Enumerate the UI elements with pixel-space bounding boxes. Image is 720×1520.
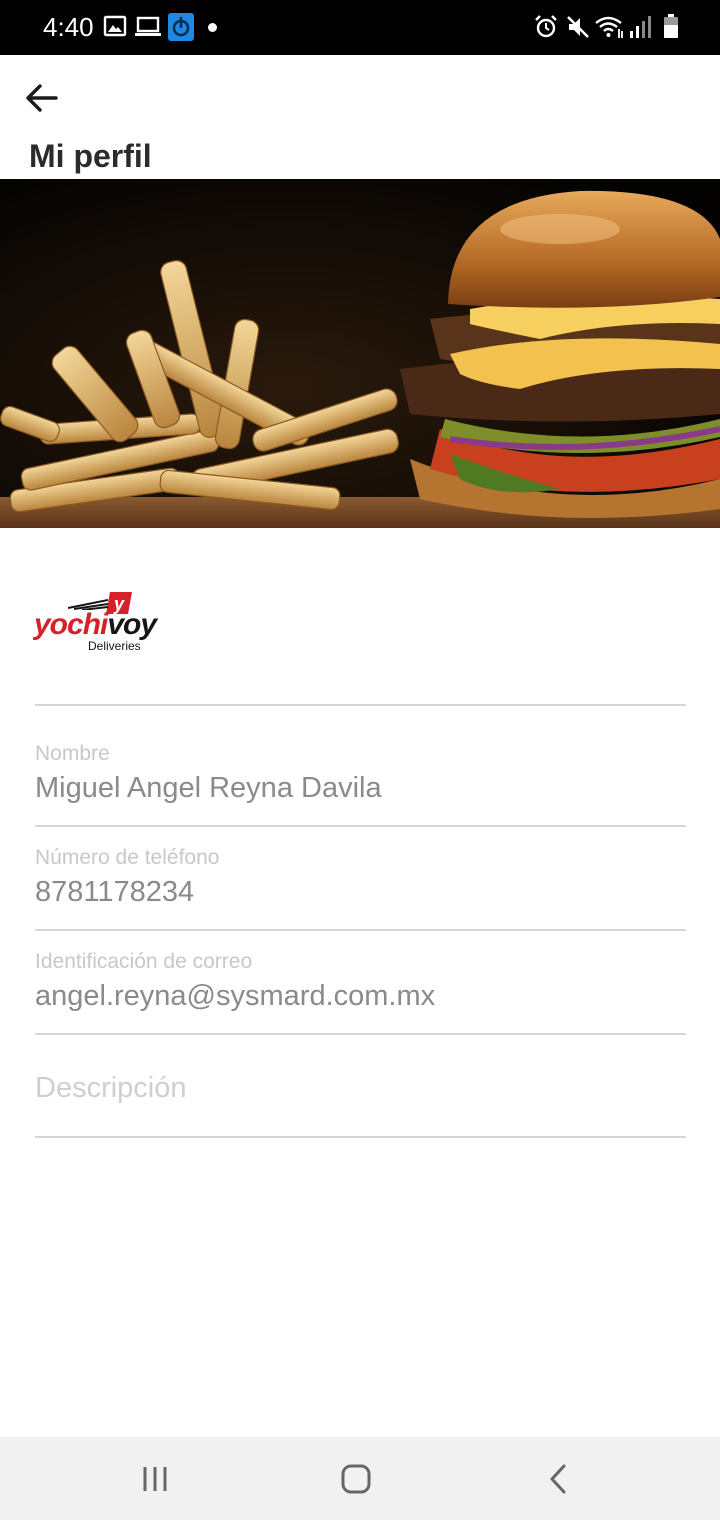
system-nav-bar xyxy=(0,1437,720,1520)
name-value[interactable]: Miguel Angel Reyna Davila xyxy=(35,772,686,805)
email-divider xyxy=(35,1033,686,1035)
brand-logo: y yochivoy Deliveries xyxy=(34,590,164,656)
phone-divider xyxy=(35,929,686,931)
nav-back-button[interactable] xyxy=(536,1457,580,1501)
name-label: Nombre xyxy=(35,742,110,765)
email-field[interactable]: Identificación de correo angel.reyna@sys… xyxy=(35,950,686,1013)
description-field[interactable]: Descripción xyxy=(35,1072,686,1105)
alarm-icon xyxy=(535,15,557,38)
recent-apps-button[interactable] xyxy=(133,1457,177,1501)
email-value[interactable]: angel.reyna@sysmard.com.mx xyxy=(35,980,686,1013)
logo-subtitle: Deliveries xyxy=(88,639,141,653)
logo-wordmark: yochivoy xyxy=(34,608,157,642)
phone-value[interactable]: 8781178234 xyxy=(35,876,686,909)
hero-image xyxy=(0,179,720,528)
status-bar: 4:40 xyxy=(0,0,720,55)
phone-field[interactable]: Número de teléfono 8781178234 xyxy=(35,846,686,909)
status-time: 4:40 xyxy=(43,12,94,42)
laptop-icon xyxy=(135,16,161,36)
mute-icon xyxy=(567,16,589,38)
home-icon xyxy=(341,1464,371,1494)
phone-label: Número de teléfono xyxy=(35,846,220,869)
description-divider xyxy=(35,1136,686,1138)
page-title: Mi perfil xyxy=(29,138,152,174)
signal-icon xyxy=(630,16,651,38)
arrow-left-icon xyxy=(26,84,58,112)
name-field[interactable]: Nombre Miguel Angel Reyna Davila xyxy=(35,742,686,805)
logo-word-red: yochi xyxy=(34,608,108,641)
back-button[interactable] xyxy=(20,76,64,120)
email-label: Identificación de correo xyxy=(35,950,253,973)
home-button[interactable] xyxy=(334,1457,378,1501)
image-icon xyxy=(103,15,127,37)
app-badge-icon xyxy=(168,13,194,41)
notification-dot xyxy=(208,23,217,32)
logo-word-black: voy xyxy=(107,608,157,641)
name-divider xyxy=(35,825,686,827)
wifi-icon xyxy=(595,16,623,38)
logo-divider xyxy=(35,704,686,706)
description-placeholder[interactable]: Descripción xyxy=(35,1072,187,1104)
recent-apps-icon xyxy=(143,1467,167,1491)
battery-icon xyxy=(664,14,678,38)
back-icon xyxy=(550,1464,566,1494)
